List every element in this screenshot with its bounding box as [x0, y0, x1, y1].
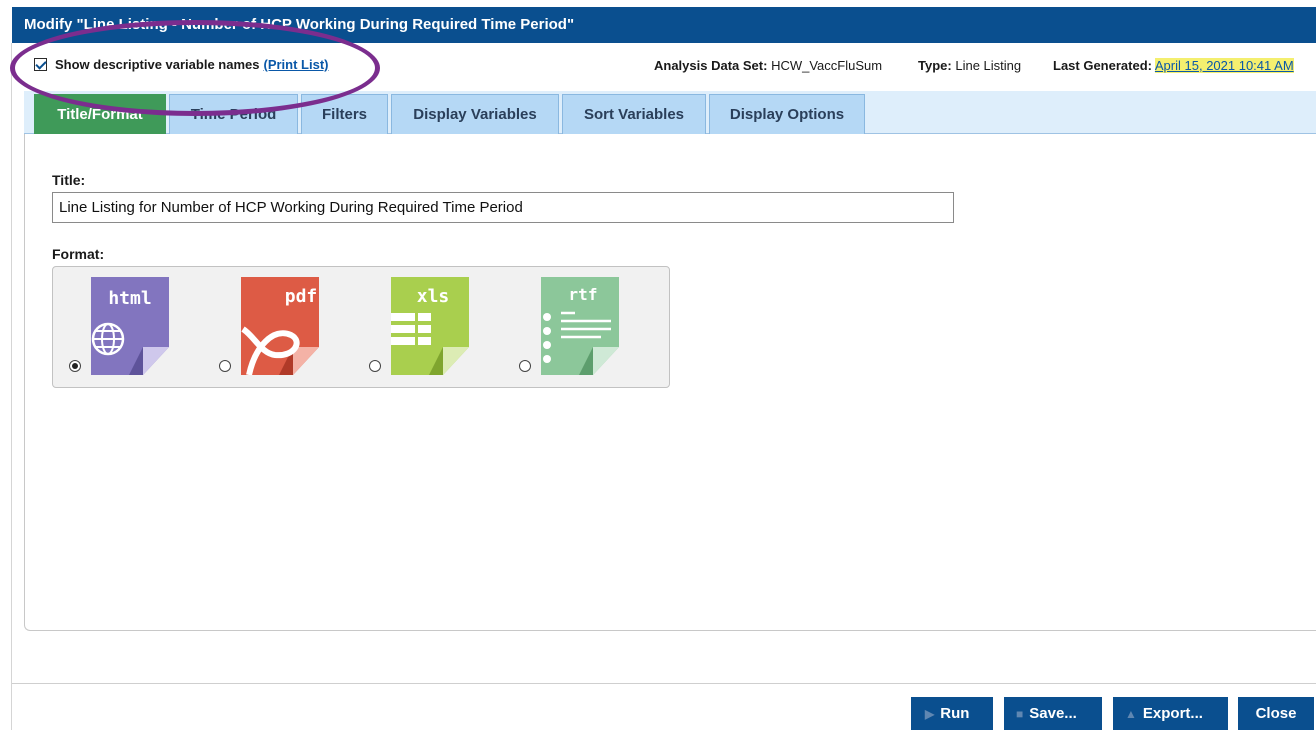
format-radio-html[interactable] [69, 360, 81, 372]
export-button-label: Export... [1142, 705, 1203, 722]
tab-sort-variables[interactable]: Sort Variables [562, 94, 706, 134]
tab-bar: Title/Format Time Period Filters Display… [24, 91, 1316, 134]
type-label: Type: [918, 58, 952, 73]
rtf-file-icon: rtf [541, 277, 619, 375]
analysis-data-set-value: HCW_VaccFluSum [771, 58, 883, 73]
format-rtf-label: rtf [569, 285, 598, 304]
save-icon: ■ [1016, 707, 1024, 721]
format-option-xls[interactable]: xls [391, 277, 469, 375]
format-radio-pdf[interactable] [219, 360, 231, 372]
format-label: Format: [52, 246, 105, 262]
last-generated-link[interactable]: April 15, 2021 10:41 AM [1154, 58, 1294, 73]
format-selector: html pdf xls rtf [52, 266, 670, 388]
close-button-label: Close [1255, 705, 1297, 722]
descriptive-names-checkbox[interactable] [34, 58, 47, 71]
descriptive-names-label: Show descriptive variable names [55, 57, 260, 72]
format-radio-xls[interactable] [369, 360, 381, 372]
left-border [11, 43, 12, 730]
html-file-icon: html [91, 277, 169, 375]
tab-display-variables[interactable]: Display Variables [391, 94, 559, 134]
run-button-label: Run [940, 705, 970, 722]
type-value: Line Listing [955, 58, 1022, 73]
window-title: Modify "Line Listing - Number of HCP Wor… [12, 7, 1316, 43]
info-bar: Show descriptive variable names (Print L… [12, 43, 1316, 91]
last-generated-label: Last Generated: [1053, 58, 1152, 73]
format-radio-rtf[interactable] [519, 360, 531, 372]
export-button[interactable]: ▲ Export... [1113, 697, 1228, 730]
close-button[interactable]: Close [1238, 697, 1314, 730]
xls-file-icon: xls [391, 277, 469, 375]
format-html-label: html [108, 288, 151, 309]
format-option-pdf[interactable]: pdf [241, 277, 319, 375]
analysis-data-set: Analysis Data Set: HCW_VaccFluSum [654, 58, 882, 73]
tab-title-format[interactable]: Title/Format [34, 94, 166, 134]
descriptive-names-option: Show descriptive variable names (Print L… [34, 57, 328, 72]
export-icon: ▲ [1125, 707, 1137, 721]
format-pdf-label: pdf [285, 286, 318, 307]
tab-time-period[interactable]: Time Period [169, 94, 298, 134]
save-button-label: Save... [1029, 705, 1077, 722]
type-info: Type: Line Listing [918, 58, 1021, 73]
tab-display-options[interactable]: Display Options [709, 94, 865, 134]
format-option-html[interactable]: html [91, 277, 169, 375]
format-option-rtf[interactable]: rtf [541, 277, 619, 375]
save-button[interactable]: ■ Save... [1004, 697, 1102, 730]
play-icon: ▶ [925, 707, 935, 721]
footer-divider [12, 683, 1316, 684]
pdf-file-icon: pdf [241, 277, 319, 375]
format-xls-label: xls [417, 286, 450, 307]
last-generated: Last Generated: April 15, 2021 10:41 AM [1053, 58, 1294, 73]
title-input[interactable] [52, 192, 954, 223]
tab-filters[interactable]: Filters [301, 94, 388, 134]
title-label: Title: [52, 172, 86, 188]
print-list-link[interactable]: (Print List) [263, 57, 328, 72]
analysis-data-set-label: Analysis Data Set: [654, 58, 768, 73]
run-button[interactable]: ▶ Run [911, 697, 993, 730]
